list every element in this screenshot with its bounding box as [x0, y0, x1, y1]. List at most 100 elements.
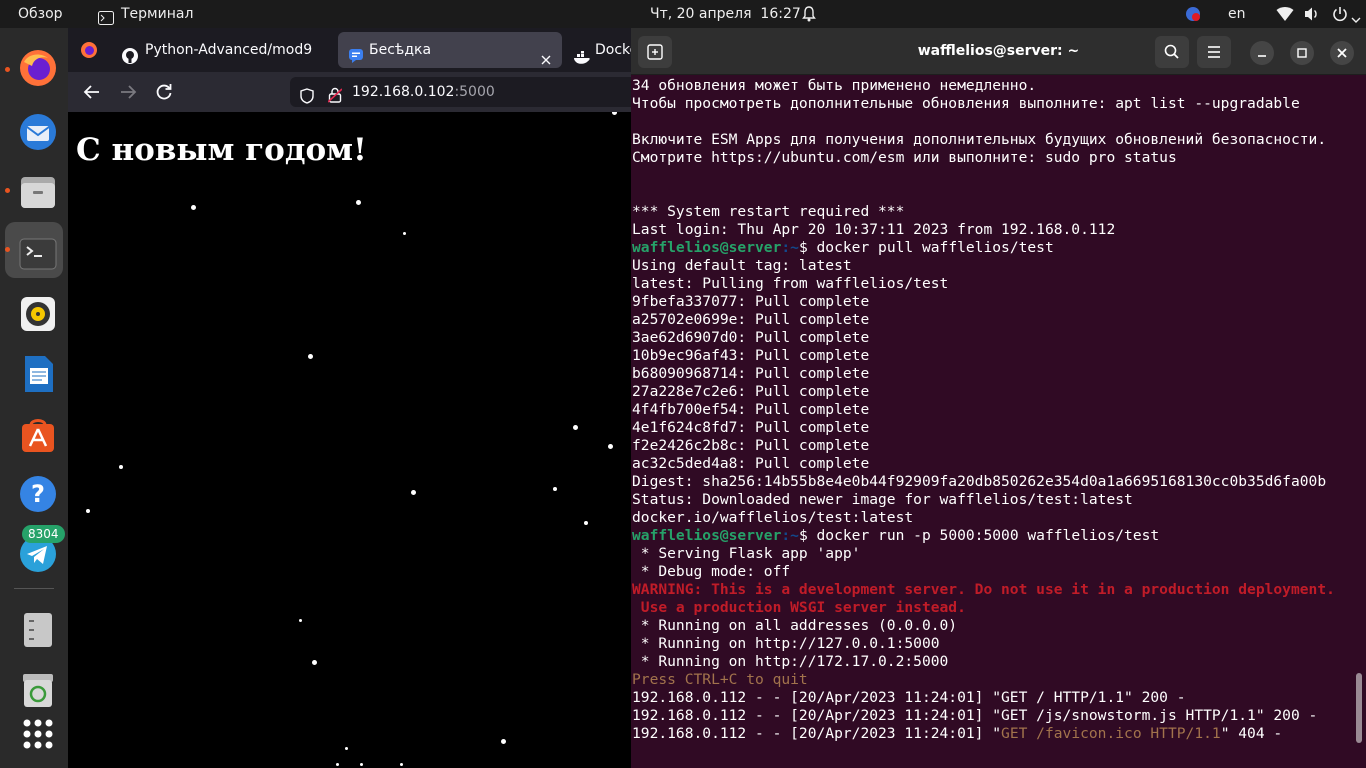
terminal-line: Use a production WSGI server instead.: [632, 599, 1357, 617]
dock-files[interactable]: [5, 160, 63, 216]
output-text: 4e1f624c8fd7: Pull complete: [632, 419, 870, 436]
dock-firefox[interactable]: [5, 36, 63, 92]
tab-docker[interactable]: Docke: [568, 32, 638, 68]
snowflake: [308, 354, 313, 359]
terminal-line: Last login: Thu Apr 20 10:37:11 2023 fro…: [632, 221, 1357, 239]
snowflake: [608, 444, 613, 449]
app-menu[interactable]: Терминал: [121, 0, 193, 28]
new-tab-button[interactable]: [638, 36, 672, 68]
output-text: ac32c5ded4a8: Pull complete: [632, 455, 870, 472]
output-text: 27a228e7c2e6: Pull complete: [632, 383, 870, 400]
terminal-line: f2e2426c2b8c: Pull complete: [632, 437, 1357, 455]
clock[interactable]: Чт, 20 апреля 16:27: [650, 0, 801, 28]
output-text: * Debug mode: off: [632, 563, 791, 580]
log-fragment: " 404 -: [1220, 725, 1283, 742]
bell-icon[interactable]: [801, 6, 817, 22]
snowflake: [191, 205, 196, 210]
output-text: 4f4fb700ef54: Pull complete: [632, 401, 870, 418]
dock-terminal[interactable]: [5, 222, 63, 278]
help-icon: ?: [18, 474, 58, 514]
snowflake: [403, 232, 406, 235]
tab-github[interactable]: Python-Advanced/mod9: [114, 32, 330, 68]
language-indicator[interactable]: en: [1228, 0, 1246, 28]
firefox-icon: [18, 48, 58, 88]
terminal-line: * Debug mode: off: [632, 563, 1357, 581]
output-text: * Running on http://172.17.0.2:5000: [632, 653, 949, 670]
output-text: docker.io/wafflelios/test:latest: [632, 509, 914, 526]
writer-icon: [18, 354, 58, 394]
shield-icon[interactable]: [300, 85, 314, 104]
terminal-output[interactable]: 34 обновления может быть применено немед…: [632, 77, 1357, 765]
minimize-button[interactable]: [1250, 41, 1274, 65]
screen-recorder-icon[interactable]: [1185, 6, 1201, 22]
back-button[interactable]: [78, 80, 106, 104]
url-text[interactable]: 192.168.0.102:5000: [352, 77, 495, 107]
terminal-line: Чтобы просмотреть дополнительные обновле…: [632, 95, 1357, 113]
terminal-line: docker.io/wafflelios/test:latest: [632, 509, 1357, 527]
forward-button[interactable]: [114, 80, 142, 104]
log-fragment: 192.168.0.112 - - [20/Apr/2023 11:24:01]…: [632, 725, 1002, 742]
terminal-line: latest: Pulling from wafflelios/test: [632, 275, 1357, 293]
prompt-path: :~: [781, 239, 799, 256]
chevron-down-icon[interactable]: [1351, 11, 1361, 23]
thunderbird-icon: [18, 112, 58, 152]
prompt-path: :~: [781, 527, 799, 544]
terminal-line: wafflelios@server:~$ docker pull wafflel…: [632, 239, 1357, 257]
maximize-button[interactable]: [1290, 41, 1314, 65]
output-text: Включите ESM Apps для получения дополнит…: [632, 131, 1327, 148]
snowflake: [411, 490, 416, 495]
snowflake: [119, 465, 123, 469]
page-content: С новым годом!: [68, 112, 630, 768]
output-text: latest: Pulling from wafflelios/test: [632, 275, 949, 292]
wifi-icon[interactable]: [1276, 6, 1294, 22]
tab-besedka[interactable]: Бесѣдка: [338, 32, 562, 68]
dock-drive[interactable]: [5, 598, 63, 654]
output-text: a25702e0699e: Pull complete: [632, 311, 870, 328]
output-text: WARNING: This is a development server. D…: [632, 581, 1335, 598]
tab-bar: Python-Advanced/mod9 Бесѣдка Docke: [68, 28, 638, 72]
output-text: 192.168.0.112 - - [20/Apr/2023 11:24:01]…: [632, 689, 1186, 706]
terminal-line: b68090968714: Pull complete: [632, 365, 1357, 383]
terminal-scrollbar[interactable]: [1356, 673, 1362, 743]
power-icon[interactable]: [1332, 6, 1348, 22]
menu-button[interactable]: [1197, 36, 1231, 68]
dock-rhythmbox[interactable]: [5, 282, 63, 338]
snowflake: [573, 425, 578, 430]
output-text: 192.168.0.112 - - [20/Apr/2023 11:24:01]…: [632, 707, 1318, 724]
running-indicator: [5, 188, 10, 193]
dock-help[interactable]: ?: [5, 462, 63, 518]
terminal-line: * Running on http://172.17.0.2:5000: [632, 653, 1357, 671]
terminal-line: WARNING: This is a development server. D…: [632, 581, 1357, 599]
snowflake: [299, 619, 302, 622]
firefox-view-icon[interactable]: [80, 41, 98, 59]
dock-thunderbird[interactable]: [5, 100, 63, 156]
close-tab-icon[interactable]: [540, 44, 552, 65]
terminal-icon: [18, 234, 58, 274]
activities-button[interactable]: Обзор: [18, 0, 63, 28]
terminal-window: wafflelios@server: ~ 34 обновления может…: [631, 28, 1366, 768]
output-text: 3ae62d6907d0: Pull complete: [632, 329, 870, 346]
output-text: *** System restart required ***: [632, 203, 905, 220]
dock: ? 8304: [0, 28, 68, 768]
dock-libreoffice-writer[interactable]: [5, 342, 63, 398]
show-apps-button[interactable]: [5, 702, 63, 758]
log-fragment: GET /favicon.ico HTTP/1.1: [1001, 725, 1221, 742]
insecure-lock-icon[interactable]: [327, 84, 343, 103]
output-text: 34 обновления может быть применено немед…: [632, 77, 1037, 94]
volume-icon[interactable]: [1304, 6, 1320, 22]
dock-software[interactable]: [5, 402, 63, 458]
reload-button[interactable]: [150, 80, 178, 104]
terminal-line: Using default tag: latest: [632, 257, 1357, 275]
terminal-line: Смотрите https://ubuntu.com/esm или выпо…: [632, 149, 1357, 167]
navigation-toolbar: 192.168.0.102:5000: [68, 72, 650, 112]
snowflake: [553, 487, 557, 491]
close-button[interactable]: [1330, 41, 1354, 65]
search-button[interactable]: [1155, 36, 1189, 68]
url-port: :5000: [454, 84, 495, 100]
snowflake: [612, 112, 617, 115]
terminal-line: 4f4fb700ef54: Pull complete: [632, 401, 1357, 419]
snowflake: [312, 660, 317, 665]
address-bar[interactable]: 192.168.0.102:5000: [290, 77, 650, 107]
